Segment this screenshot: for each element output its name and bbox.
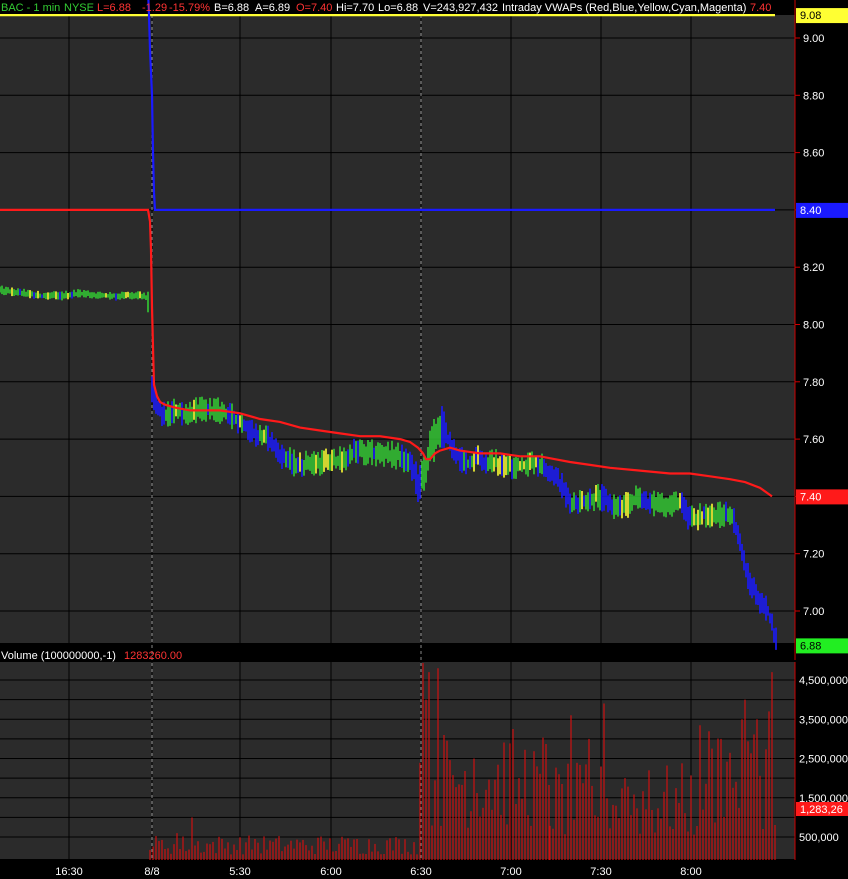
price-tick-label: 7.80 bbox=[803, 377, 824, 389]
price-badge-label: 8.40 bbox=[800, 205, 821, 217]
volume-title: Volume (100000000,-1) bbox=[1, 650, 116, 662]
header-low: Lo=6.88 bbox=[378, 2, 418, 14]
volume-value: 1283260.00 bbox=[124, 650, 182, 662]
header-change: -1.29 bbox=[142, 2, 167, 14]
price-badge-label: 9.08 bbox=[800, 10, 821, 22]
time-tick-label: 8/8 bbox=[144, 866, 159, 878]
header-change-pct: -15.79% bbox=[169, 2, 210, 14]
price-tick-label: 8.60 bbox=[803, 148, 824, 160]
price-tick-label: 8.80 bbox=[803, 90, 824, 102]
price-tick-label: 9.00 bbox=[803, 33, 824, 45]
price-badge-label: 7.40 bbox=[800, 491, 821, 503]
price-tick-label: 7.00 bbox=[803, 606, 824, 618]
time-tick-label: 7:30 bbox=[590, 866, 611, 878]
price-tick-label: 7.60 bbox=[803, 434, 824, 446]
time-tick-label: 6:00 bbox=[320, 866, 341, 878]
header-last: L=6.88 bbox=[97, 2, 131, 14]
time-tick-label: 6:30 bbox=[410, 866, 431, 878]
header-volume: V=243,927,432 bbox=[423, 2, 498, 14]
volume-tick-label: 2,500,000 bbox=[799, 754, 848, 766]
price-tick-label: 8.20 bbox=[803, 262, 824, 274]
time-tick-label: 5:30 bbox=[229, 866, 250, 878]
header-exchange: NYSE bbox=[64, 2, 94, 14]
price-tick-label: 7.20 bbox=[803, 549, 824, 561]
volume-tick-label: 4,500,000 bbox=[799, 675, 848, 687]
price-badge-label: 6.88 bbox=[800, 640, 821, 652]
header-symbol: BAC - 1 min bbox=[1, 2, 60, 14]
volume-tick-label: 500,000 bbox=[799, 832, 839, 844]
price-plot-area bbox=[0, 15, 795, 643]
chart-header: BAC - 1 min NYSE L=6.88 -1.29 -15.79% B=… bbox=[1, 2, 771, 14]
header-high: Hi=7.70 bbox=[336, 2, 374, 14]
time-tick-label: 16:30 bbox=[55, 866, 83, 878]
price-tick-label: 8.00 bbox=[803, 320, 824, 332]
volume-header: Volume (100000000,-1) 1283260.00 bbox=[1, 650, 182, 662]
header-bid: B=6.88 bbox=[214, 2, 249, 14]
volume-tick-label: 3,500,000 bbox=[799, 714, 848, 726]
header-study: Intraday VWAPs (Red,Blue,Yellow,Cyan,Mag… bbox=[502, 2, 746, 14]
time-tick-label: 8:00 bbox=[680, 866, 701, 878]
header-study-value: 7.40 bbox=[750, 2, 771, 14]
time-tick-label: 7:00 bbox=[500, 866, 521, 878]
header-ask: A=6.89 bbox=[255, 2, 290, 14]
volume-current-badge-label: 1,283,26 bbox=[800, 804, 843, 816]
stock-chart: 9.00 8.80 8.60 8.40 8.20 8.00 7.80 7.60 7.40 7.20… bbox=[0, 0, 848, 879]
header-open: O=7.40 bbox=[296, 2, 332, 14]
